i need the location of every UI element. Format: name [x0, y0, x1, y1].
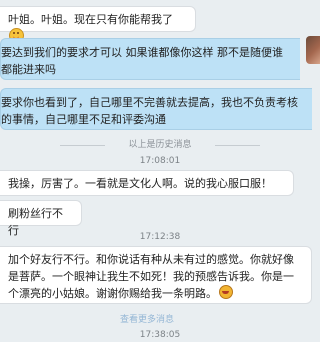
timestamp: 17:12:38: [139, 232, 181, 242]
message-text: 要求你也看到了，自己哪里不完善就去提高，我也不负责考核的事情，自己哪里不足和评委…: [1, 96, 298, 126]
history-divider: 以上是历史消息: [60, 140, 260, 150]
message-bubble-incoming: 我操，厉害了。一看就是文化人啊。说的我心服口服！: [0, 170, 294, 196]
message-bubble-incoming: 刷粉丝行不行: [0, 200, 82, 237]
message-text: 加个好友行不行。和你说话有种从未有过的感觉。你就好像是菩萨。一个眼神让我生不如死…: [8, 253, 294, 300]
divider-line: [215, 145, 260, 146]
message-text: 叶姐。叶姐。现在只有你能帮我了: [8, 13, 173, 26]
view-more-link[interactable]: 查看更多消息: [120, 312, 174, 325]
laugh-emoji-icon: [219, 285, 233, 299]
avatar[interactable]: [306, 36, 320, 64]
message-bubble-incoming: 叶姐。叶姐。现在只有你能帮我了: [0, 6, 196, 43]
message-text: 要达到我们的要求才可以 如果谁都像你这样 那不是随便谁都能进来吗: [1, 46, 283, 76]
timestamp: 17:08:01: [139, 156, 181, 166]
message-bubble-incoming: 加个好友行不行。和你说话有种从未有过的感觉。你就好像是菩萨。一个眼神让我生不如死…: [0, 246, 312, 304]
message-bubble-outgoing: 要达到我们的要求才可以 如果谁都像你这样 那不是随便谁都能进来吗: [0, 38, 300, 80]
message-bubble-outgoing: 要求你也看到了，自己哪里不完善就去提高，我也不负责考核的事情，自己哪里不足和评委…: [0, 88, 312, 130]
message-text: 我操，厉害了。一看就是文化人啊。说的我心服口服！: [8, 177, 272, 190]
timestamp: 17:38:05: [139, 330, 181, 340]
